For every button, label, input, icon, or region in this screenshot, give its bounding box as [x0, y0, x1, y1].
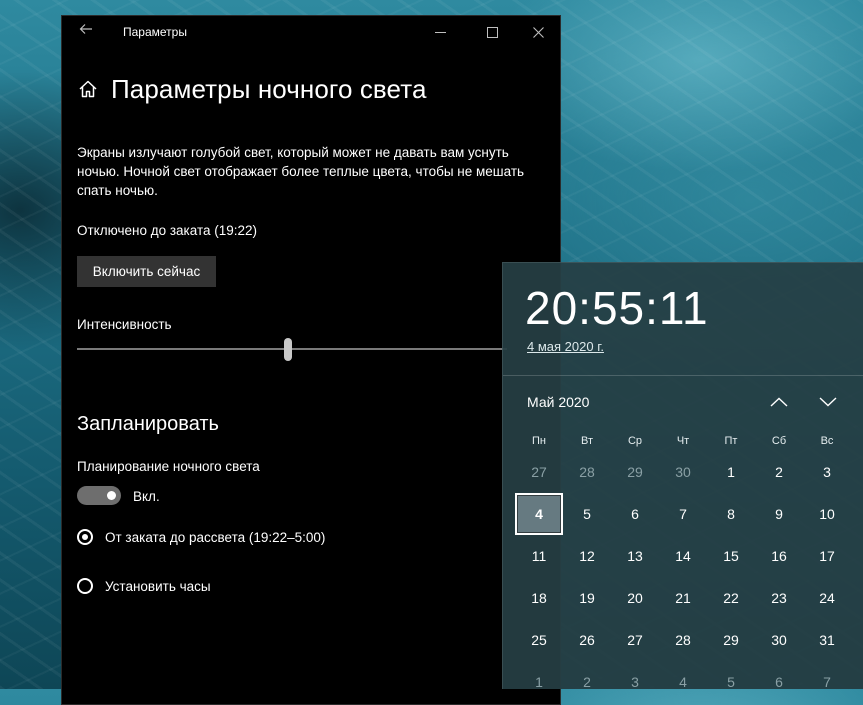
sunset-sunrise-label[interactable]: От заката до рассвета (19:22–5:00) — [105, 530, 325, 545]
weekday-label: Чт — [676, 435, 690, 447]
next-month-button[interactable] — [815, 389, 841, 415]
weekday-label: Вс — [820, 435, 834, 447]
calendar-day[interactable]: 9 — [755, 493, 803, 535]
month-label[interactable]: Май 2020 — [527, 394, 589, 410]
calendar-grid: Пн Вт Ср Чт Пт Сб Вс 27 28 29 30 1 2 3 4 5 6 7 8 9 10 11 12 13… — [515, 431, 863, 703]
weekday-label: Пт — [724, 435, 738, 447]
calendar-day[interactable]: 7 — [803, 661, 851, 703]
calendar-day[interactable]: 10 — [803, 493, 851, 535]
maximize-icon — [486, 26, 498, 38]
calendar-week-row: 4 5 6 7 8 9 10 — [515, 493, 863, 535]
calendar-week-row: 25 26 27 28 29 30 31 — [515, 619, 863, 661]
calendar-day[interactable]: 1 — [707, 451, 755, 493]
calendar-day[interactable]: 4 — [659, 661, 707, 703]
schedule-heading: Запланировать — [77, 413, 219, 435]
calendar-day[interactable]: 29 — [707, 619, 755, 661]
calendar-day[interactable]: 6 — [611, 493, 659, 535]
schedule-toggle[interactable] — [77, 486, 121, 505]
calendar-day[interactable]: 26 — [563, 619, 611, 661]
calendar-day[interactable]: 27 — [515, 451, 563, 493]
clock-time: 20:55:11 — [525, 282, 709, 334]
calendar-day[interactable]: 30 — [659, 451, 707, 493]
radio-selected-dot — [82, 534, 88, 540]
page-title: Параметры ночного света — [111, 74, 427, 104]
calendar-day[interactable]: 31 — [803, 619, 851, 661]
set-hours-radio[interactable] — [77, 578, 93, 594]
back-arrow-icon[interactable] — [76, 22, 96, 42]
close-button[interactable] — [515, 16, 561, 48]
calendar-day[interactable]: 5 — [563, 493, 611, 535]
window-title: Параметры — [123, 25, 187, 39]
weekday-label: Вт — [580, 435, 593, 447]
calendar-day[interactable]: 29 — [611, 451, 659, 493]
maximize-button[interactable] — [469, 16, 515, 48]
minimize-button[interactable] — [417, 16, 463, 48]
date-link[interactable]: 4 мая 2020 г. — [527, 339, 604, 354]
calendar-day[interactable]: 18 — [515, 577, 563, 619]
schedule-toggle-label: Вкл. — [133, 489, 160, 504]
calendar-day[interactable]: 14 — [659, 535, 707, 577]
close-icon — [532, 26, 544, 38]
calendar-day[interactable]: 30 — [755, 619, 803, 661]
calendar-day[interactable]: 8 — [707, 493, 755, 535]
calendar-day[interactable]: 20 — [611, 577, 659, 619]
calendar-day[interactable]: 5 — [707, 661, 755, 703]
calendar-day[interactable]: 27 — [611, 619, 659, 661]
calendar-week-row: 1234567 — [515, 661, 863, 703]
calendar-day[interactable]: 12 — [563, 535, 611, 577]
intensity-label: Интенсивность — [77, 317, 172, 332]
calendar-day[interactable]: 23 — [755, 577, 803, 619]
calendar-week-row: 18 19 20 21 22 23 24 — [515, 577, 863, 619]
calendar-day[interactable]: 16 — [755, 535, 803, 577]
calendar-day[interactable]: 2 — [563, 661, 611, 703]
calendar-day[interactable]: 24 — [803, 577, 851, 619]
home-icon[interactable] — [77, 78, 99, 100]
calendar-day[interactable]: 13 — [611, 535, 659, 577]
calendar-day[interactable]: 28 — [659, 619, 707, 661]
calendar-day[interactable]: 6 — [755, 661, 803, 703]
calendar-day[interactable]: 11 — [515, 535, 563, 577]
calendar-day-today[interactable]: 4 — [515, 493, 563, 535]
set-hours-label[interactable]: Установить часы — [105, 579, 211, 594]
title-bar: Параметры — [62, 16, 560, 48]
weekday-label: Ср — [627, 435, 643, 447]
toggle-knob — [107, 491, 116, 500]
calendar-day[interactable]: 17 — [803, 535, 851, 577]
turn-on-now-button[interactable]: Включить сейчас — [77, 256, 216, 287]
calendar-day[interactable]: 28 — [563, 451, 611, 493]
calendar-day[interactable]: 2 — [755, 451, 803, 493]
divider — [503, 375, 863, 376]
calendar-day[interactable]: 1 — [515, 661, 563, 703]
calendar-week-row: 11 12 13 14 15 16 17 — [515, 535, 863, 577]
weekday-header: Пн Вт Ср Чт Пт Сб Вс — [515, 431, 863, 451]
calendar-day[interactable]: 15 — [707, 535, 755, 577]
clock-calendar-flyout: 20:55:11 4 мая 2020 г. Май 2020 Пн Вт Ср Чт… — [502, 262, 863, 690]
status-text: Отключено до заката (19:22) — [77, 223, 258, 238]
intensity-slider-thumb[interactable] — [283, 338, 292, 361]
calendar-day[interactable]: 25 — [515, 619, 563, 661]
chevron-up-icon — [770, 397, 788, 407]
calendar-day[interactable]: 3 — [803, 451, 851, 493]
previous-month-button[interactable] — [766, 389, 792, 415]
calendar-day[interactable]: 3 — [611, 661, 659, 703]
calendar-day[interactable]: 7 — [659, 493, 707, 535]
description-text: Экраны излучают голубой свет, который мо… — [77, 145, 525, 198]
intensity-slider-track[interactable] — [77, 348, 507, 350]
schedule-label: Планирование ночного света — [77, 459, 260, 474]
settings-window: Параметры Параметры ночного света Экраны… — [61, 15, 561, 705]
sunset-sunrise-radio[interactable] — [77, 529, 93, 545]
weekday-label: Пн — [532, 435, 546, 447]
minimize-icon — [434, 31, 446, 33]
calendar-week-row: 27 28 29 30 1 2 3 — [515, 451, 863, 493]
calendar-day[interactable]: 22 — [707, 577, 755, 619]
chevron-down-icon — [819, 397, 837, 407]
weekday-label: Сб — [771, 435, 787, 447]
calendar-day[interactable]: 21 — [659, 577, 707, 619]
calendar-day[interactable]: 19 — [563, 577, 611, 619]
